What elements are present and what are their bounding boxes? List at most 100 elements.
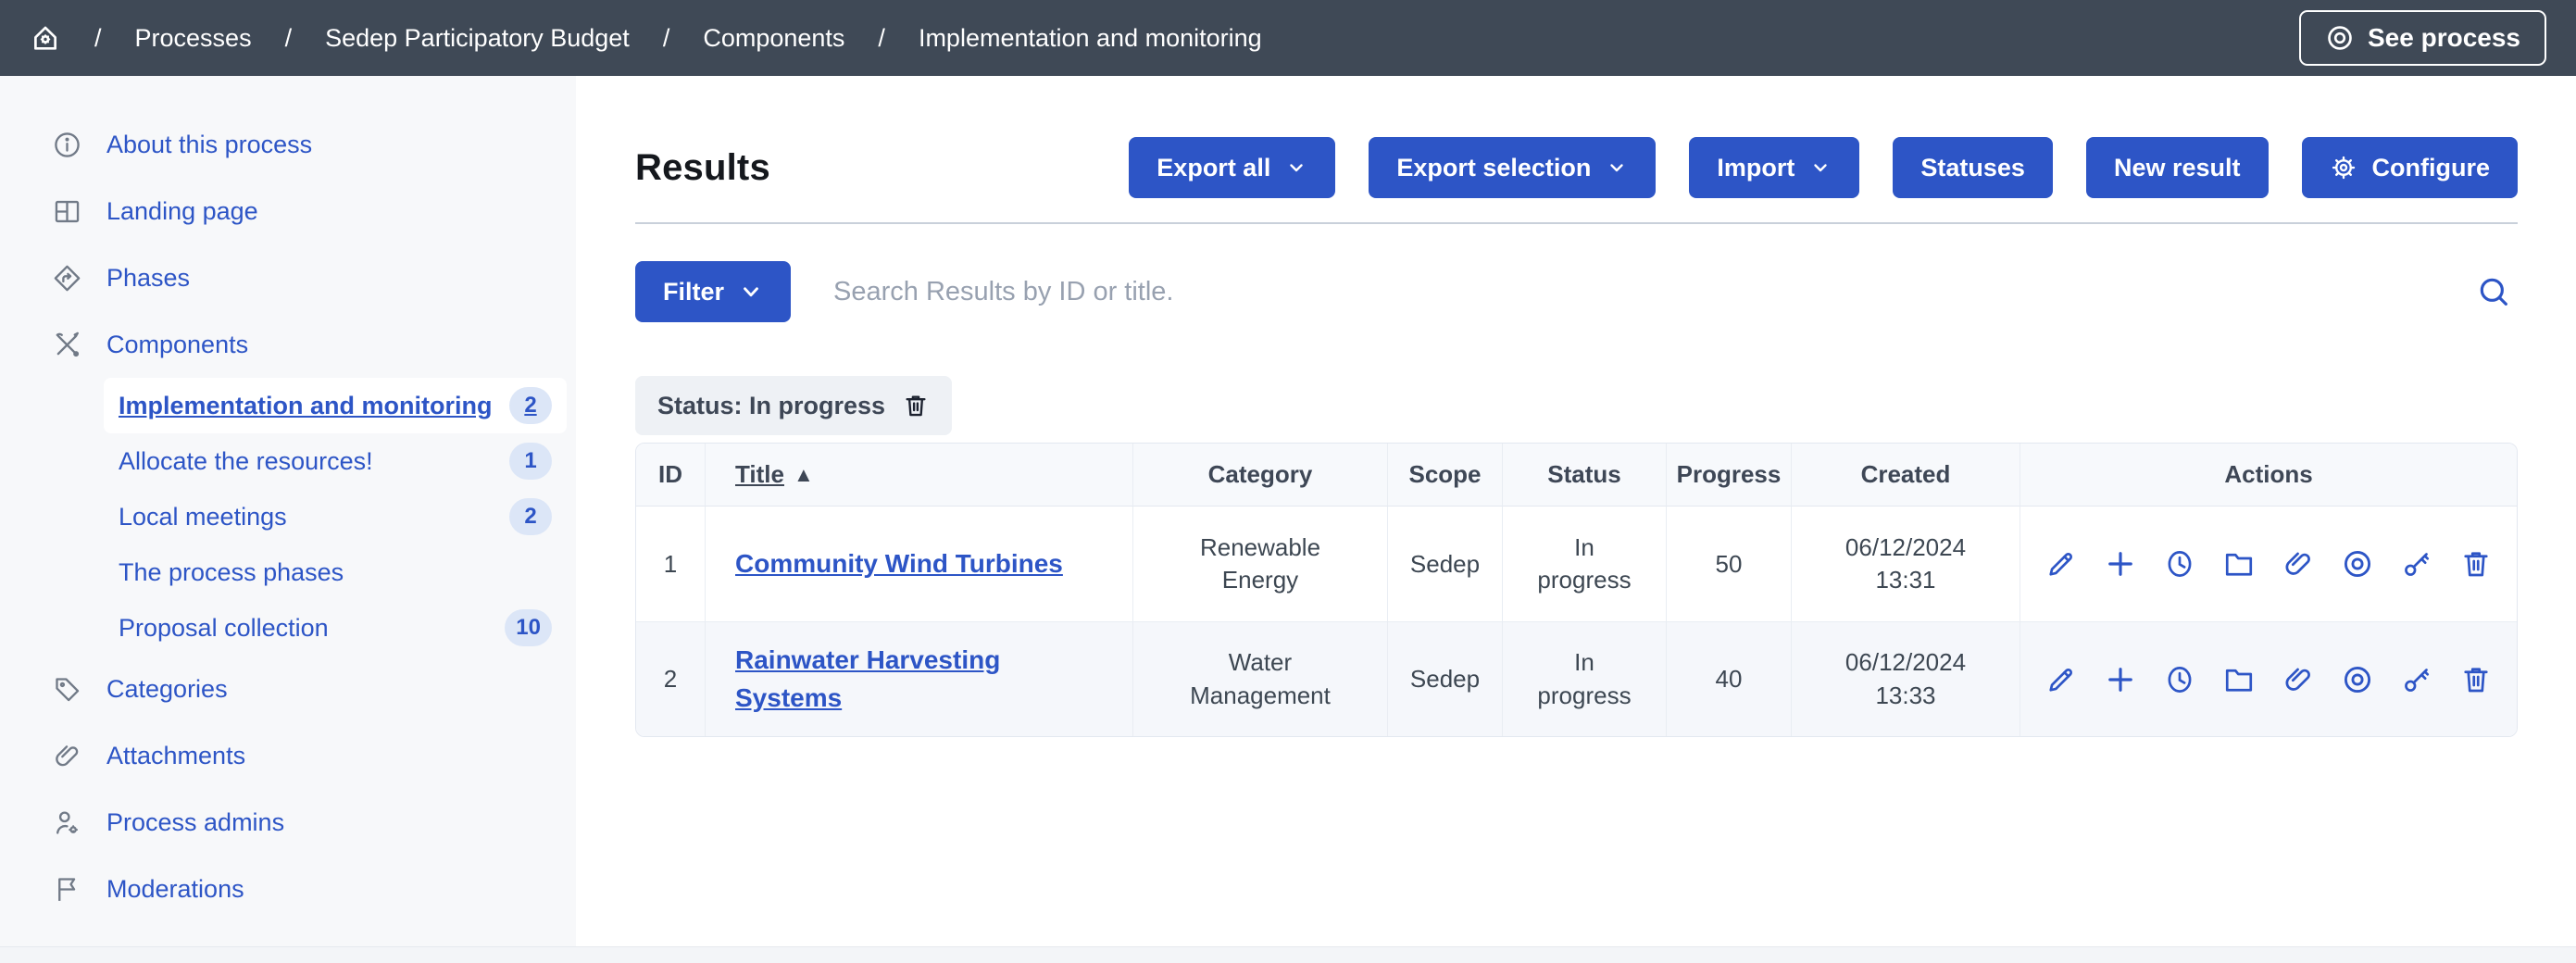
sidebar-item-categories[interactable]: Categories	[0, 656, 576, 722]
tag-icon	[52, 674, 82, 705]
info-icon	[52, 130, 82, 160]
sidebar-subitem-local-meetings[interactable]: Local meetings 2	[104, 489, 567, 544]
attachments-icon	[2282, 547, 2315, 581]
result-created: 06/12/2024 13:33	[1791, 621, 2020, 736]
sidebar-item-process-admins[interactable]: Process admins	[0, 789, 576, 856]
breadcrumb-process-name[interactable]: Sedep Participatory Budget	[325, 24, 630, 53]
sidebar-item-phases[interactable]: Phases	[0, 244, 576, 311]
chevron-down-icon	[739, 280, 763, 304]
sidebar-subitem-implementation-and-monitoring[interactable]: Implementation and monitoring 2	[104, 378, 567, 433]
admin-user-icon	[52, 807, 82, 838]
result-category: Water Management	[1132, 621, 1387, 736]
breadcrumb-components[interactable]: Components	[703, 24, 844, 53]
chevron-down-icon	[1606, 156, 1628, 179]
column-header-title[interactable]: Title ▲	[705, 444, 1132, 507]
folder-button[interactable]	[2222, 547, 2256, 581]
edit-button[interactable]	[2045, 547, 2078, 581]
timeline-icon	[2163, 547, 2196, 581]
permissions-button[interactable]	[2400, 663, 2433, 696]
paperclip-icon	[52, 741, 82, 771]
flag-icon	[52, 874, 82, 905]
result-title-link[interactable]: Community Wind Turbines	[735, 549, 1063, 578]
result-scope: Sedep	[1387, 621, 1502, 736]
edit-button[interactable]	[2045, 663, 2078, 696]
page-title: Results	[635, 147, 770, 189]
column-header-actions: Actions	[2020, 444, 2517, 507]
row-actions	[2033, 663, 2504, 696]
statuses-button[interactable]: Statuses	[1893, 137, 2053, 198]
sidebar-item-components[interactable]: Components	[0, 311, 576, 378]
home-breadcrumb-link[interactable]	[30, 22, 61, 54]
sidebar-item-label: Moderations	[106, 875, 244, 904]
delete-icon	[2459, 547, 2493, 581]
sidebar-item-landing-page[interactable]: Landing page	[0, 178, 576, 244]
statuses-label: Statuses	[1920, 154, 2025, 182]
delete-button[interactable]	[2459, 663, 2493, 696]
result-category: Renewable Energy	[1132, 507, 1387, 621]
add-button[interactable]	[2104, 547, 2137, 581]
preview-icon	[2341, 547, 2374, 581]
result-progress: 50	[1666, 507, 1791, 621]
new-result-button[interactable]: New result	[2086, 137, 2269, 198]
new-result-label: New result	[2114, 154, 2241, 182]
result-progress: 40	[1666, 621, 1791, 736]
chevron-down-icon	[1809, 156, 1832, 179]
remove-filter-button[interactable]	[902, 392, 930, 419]
attachments-button[interactable]	[2282, 547, 2315, 581]
breadcrumb-separator: /	[878, 24, 885, 53]
column-header-created: Created	[1791, 444, 2020, 507]
preview-button[interactable]	[2341, 547, 2374, 581]
import-button[interactable]: Import	[1689, 137, 1859, 198]
sidebar-subitem-proposal-collection[interactable]: Proposal collection 10	[104, 600, 567, 656]
topbar: / Processes / Sedep Participatory Budget…	[0, 0, 2576, 76]
filter-button[interactable]: Filter	[635, 261, 791, 322]
see-process-button[interactable]: See process	[2299, 10, 2546, 66]
breadcrumb-separator: /	[94, 24, 102, 53]
search-input[interactable]	[791, 261, 2470, 322]
sidebar-item-moderations[interactable]: Moderations	[0, 856, 576, 922]
timeline-button[interactable]	[2163, 663, 2196, 696]
sidebar-item-label: Landing page	[106, 197, 258, 226]
sidebar-item-label: Categories	[106, 675, 228, 704]
sidebar-subitem-allocate-the-resources[interactable]: Allocate the resources! 1	[104, 433, 567, 489]
search-button[interactable]	[2470, 273, 2518, 310]
attachments-icon	[2282, 663, 2315, 696]
import-label: Import	[1717, 154, 1794, 182]
landing-page-icon	[52, 196, 82, 227]
preview-button[interactable]	[2341, 663, 2374, 696]
home-icon	[30, 22, 61, 54]
folder-button[interactable]	[2222, 663, 2256, 696]
filter-bar: Filter	[635, 261, 2518, 322]
export-selection-button[interactable]: Export selection	[1369, 137, 1656, 198]
breadcrumb-separator: /	[285, 24, 293, 53]
permissions-button[interactable]	[2400, 547, 2433, 581]
sidebar: About this process Landing page Phases	[0, 76, 576, 946]
toolbar: Export all Export selection Import	[1129, 137, 2518, 198]
result-created: 06/12/2024 13:31	[1791, 507, 2020, 621]
breadcrumb: / Processes / Sedep Participatory Budget…	[30, 22, 1262, 54]
sidebar-item-about[interactable]: About this process	[0, 111, 576, 178]
delete-button[interactable]	[2459, 547, 2493, 581]
gear-icon	[2330, 154, 2357, 181]
sidebar-subitem-the-process-phases[interactable]: The process phases	[104, 544, 567, 600]
result-title-link[interactable]: Rainwater Harvesting Systems	[735, 645, 1000, 712]
count-badge: 2	[509, 498, 552, 535]
breadcrumb-current-component[interactable]: Implementation and monitoring	[919, 24, 1262, 53]
sidebar-item-label: Attachments	[106, 742, 245, 770]
configure-button[interactable]: Configure	[2302, 137, 2519, 198]
column-header-scope: Scope	[1387, 444, 1502, 507]
sort-by-title-link[interactable]: Title ▲	[735, 460, 814, 489]
export-all-button[interactable]: Export all	[1129, 137, 1335, 198]
count-badge: 2	[509, 387, 552, 424]
created-date: 06/12/2024	[1845, 648, 1966, 676]
sidebar-item-attachments[interactable]: Attachments	[0, 722, 576, 789]
timeline-button[interactable]	[2163, 547, 2196, 581]
breadcrumb-processes[interactable]: Processes	[135, 24, 252, 53]
add-button[interactable]	[2104, 663, 2137, 696]
main-content: Results Export all Export selection Impo…	[576, 76, 2576, 946]
eye-icon	[2325, 23, 2355, 53]
export-all-label: Export all	[1157, 154, 1270, 182]
result-id: 1	[636, 507, 705, 621]
attachments-button[interactable]	[2282, 663, 2315, 696]
folder-icon	[2222, 547, 2256, 581]
